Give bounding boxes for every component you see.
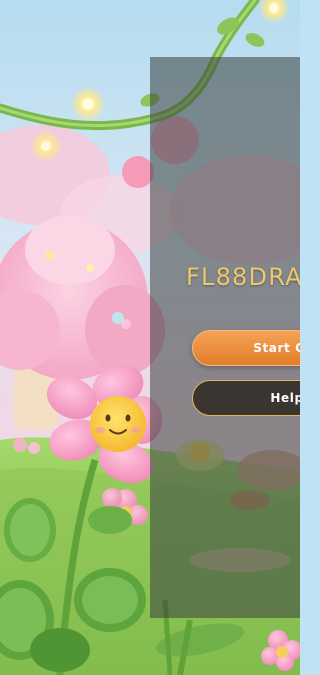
main-menu-panel: FL88DRA Start Gar Help bbox=[150, 57, 300, 618]
game-title: FL88DRA bbox=[186, 263, 300, 291]
start-game-button[interactable]: Start Gar bbox=[192, 330, 300, 366]
help-button[interactable]: Help bbox=[192, 380, 300, 416]
